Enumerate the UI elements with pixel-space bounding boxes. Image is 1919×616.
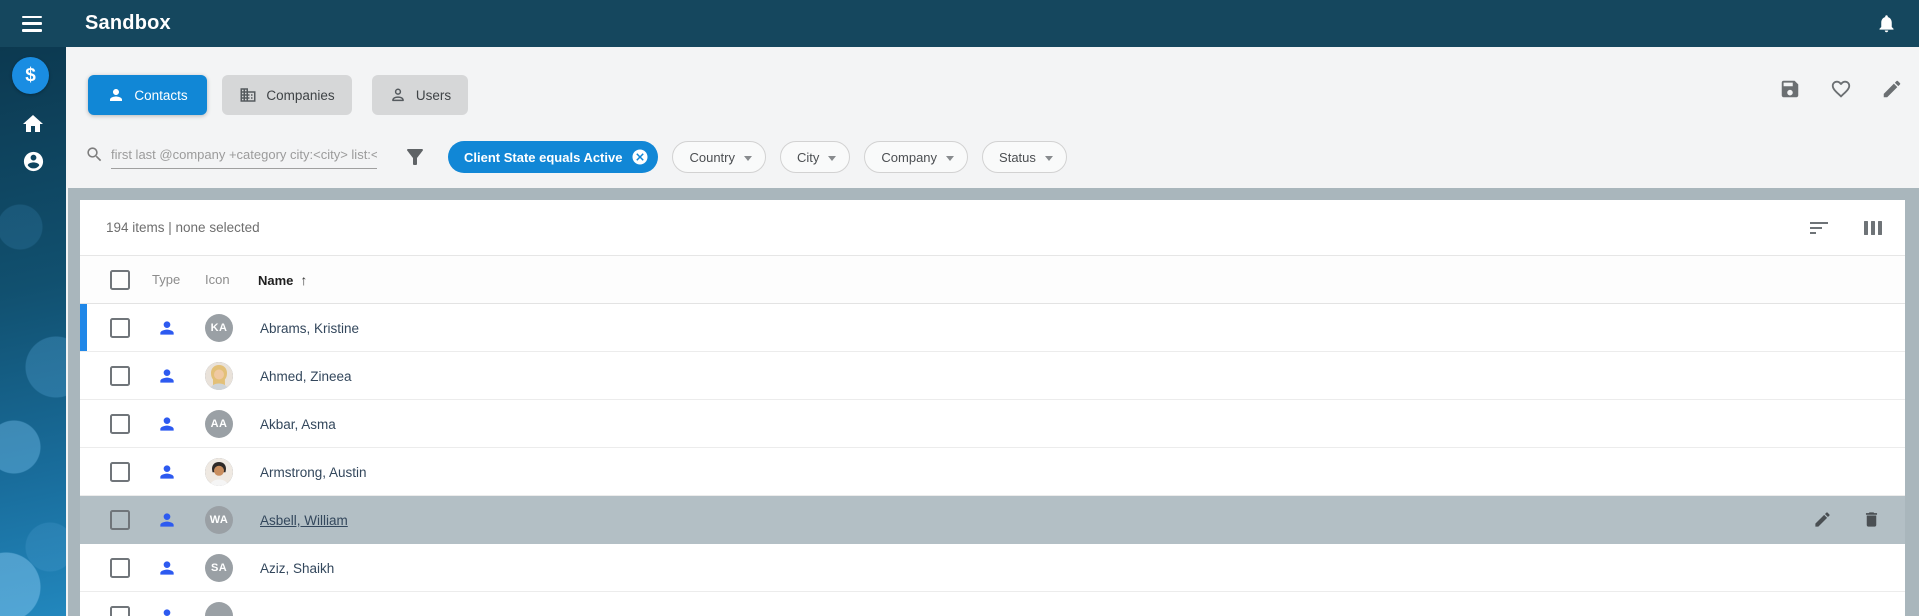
row-checkbox[interactable]	[110, 366, 130, 386]
notifications-bell-icon[interactable]	[1876, 13, 1897, 34]
table-row[interactable]: Ahmed, Zineea	[80, 352, 1905, 400]
filter-chip-label: Client State equals Active	[464, 149, 623, 165]
edit-pencil-icon[interactable]	[1881, 78, 1903, 100]
search-icon	[87, 147, 102, 162]
chevron-down-icon	[946, 155, 955, 161]
table-row[interactable]: AA Akbar, Asma	[80, 400, 1905, 448]
filter-dropdown-country[interactable]: Country	[672, 141, 766, 173]
row-checkbox[interactable]	[110, 510, 130, 530]
table-row-selected[interactable]: WA Asbell, William	[80, 496, 1905, 544]
contact-type-person-icon	[160, 513, 174, 527]
tab-contacts-label: Contacts	[134, 87, 188, 103]
avatar: AA	[205, 410, 233, 438]
table-frame: 194 items | none selected Type Icon Name…	[68, 188, 1919, 616]
favorite-heart-icon[interactable]	[1830, 78, 1852, 100]
contact-name-link[interactable]: Ahmed, Zineea	[260, 369, 352, 384]
dropdown-label: Status	[999, 149, 1036, 165]
contact-type-person-icon	[160, 561, 174, 575]
person-outline-icon	[392, 88, 404, 102]
table-row-partial[interactable]	[80, 592, 1905, 616]
avatar	[205, 602, 233, 616]
dropdown-label: Country	[689, 149, 735, 165]
contact-name-link[interactable]: Asbell, William	[260, 513, 348, 528]
contact-type-person-icon	[160, 465, 174, 479]
contact-type-person-icon	[160, 417, 174, 431]
contact-name-link[interactable]: Armstrong, Austin	[260, 465, 367, 480]
search-filter-row: Client State equals Active Country City …	[85, 140, 1067, 174]
table-row[interactable]: SA Aziz, Shaikh	[80, 544, 1905, 592]
top-app-bar: Sandbox	[0, 0, 1919, 47]
column-header-name[interactable]: Name ↑	[258, 272, 307, 288]
items-summary: 194 items | none selected	[106, 220, 260, 235]
contact-type-person-icon	[160, 321, 174, 335]
row-checkbox[interactable]	[110, 318, 130, 338]
home-icon[interactable]	[0, 112, 66, 136]
page-title: Sandbox	[85, 12, 171, 34]
contact-name-link[interactable]: Aziz, Shaikh	[260, 561, 334, 576]
table-row[interactable]: Armstrong, Austin	[80, 448, 1905, 496]
contact-name-link[interactable]: Akbar, Asma	[260, 417, 336, 432]
row-checkbox[interactable]	[110, 558, 130, 578]
tab-users-label: Users	[415, 87, 452, 103]
tab-companies-label: Companies	[266, 87, 335, 103]
filter-funnel-icon[interactable]	[403, 145, 427, 169]
avatar: WA	[205, 506, 233, 534]
table-toolbar: 194 items | none selected	[80, 200, 1905, 256]
row-checkbox[interactable]	[110, 414, 130, 434]
view-actions	[1779, 78, 1903, 100]
menu-icon[interactable]	[22, 15, 42, 32]
view-columns-icon[interactable]	[1861, 216, 1885, 240]
column-header-name-label: Name	[258, 272, 294, 288]
sort-ascending-arrow-icon: ↑	[300, 272, 308, 288]
table-row[interactable]: KA Abrams, Kristine	[80, 304, 1905, 352]
chevron-down-icon	[828, 155, 837, 161]
column-header-type: Type	[152, 272, 181, 287]
delete-trash-icon[interactable]	[1862, 510, 1881, 529]
row-actions	[1813, 510, 1881, 529]
sort-icon[interactable]	[1807, 216, 1831, 240]
table-header-row: Type Icon Name ↑	[80, 256, 1905, 304]
tab-companies[interactable]: Companies	[222, 75, 352, 115]
entity-tabs: Contacts Companies Users	[88, 75, 468, 115]
dropdown-label: City	[797, 149, 820, 165]
filter-dropdown-city[interactable]: City	[780, 141, 851, 173]
edit-row-pencil-icon[interactable]	[1813, 510, 1832, 529]
tab-contacts[interactable]: Contacts	[88, 75, 207, 115]
dollar-app-icon[interactable]: $	[12, 57, 49, 94]
avatar-photo	[205, 362, 233, 390]
row-checkbox[interactable]	[110, 606, 130, 616]
filter-dropdown-status[interactable]: Status	[982, 141, 1067, 173]
left-sidebar: $	[0, 47, 66, 616]
main-content: Contacts Companies Users Client State eq…	[66, 47, 1919, 616]
save-icon[interactable]	[1779, 78, 1801, 100]
filter-dropdown-company[interactable]: Company	[864, 141, 969, 173]
contact-type-person-icon	[163, 609, 171, 616]
person-icon	[110, 89, 123, 101]
tab-users[interactable]: Users	[372, 75, 468, 115]
row-checkbox[interactable]	[110, 462, 130, 482]
avatar: SA	[205, 554, 233, 582]
avatar-photo	[205, 458, 233, 486]
chevron-down-icon	[744, 155, 752, 161]
avatar: KA	[205, 314, 233, 342]
dropdown-label: Company	[881, 149, 938, 165]
search-field	[85, 145, 377, 169]
buildings-icon	[240, 88, 256, 102]
contact-type-person-icon	[160, 369, 174, 383]
contact-name-link[interactable]: Abrams, Kristine	[260, 321, 359, 336]
contacts-table-card: 194 items | none selected Type Icon Name…	[80, 200, 1905, 616]
search-input[interactable]	[111, 147, 377, 169]
account-circle-icon[interactable]	[0, 150, 66, 173]
filter-chip-client-state[interactable]: Client State equals Active	[448, 141, 659, 173]
chevron-down-icon	[1044, 155, 1053, 161]
column-header-icon: Icon	[205, 272, 230, 287]
select-all-checkbox[interactable]	[110, 270, 130, 290]
remove-filter-icon[interactable]	[631, 148, 649, 166]
